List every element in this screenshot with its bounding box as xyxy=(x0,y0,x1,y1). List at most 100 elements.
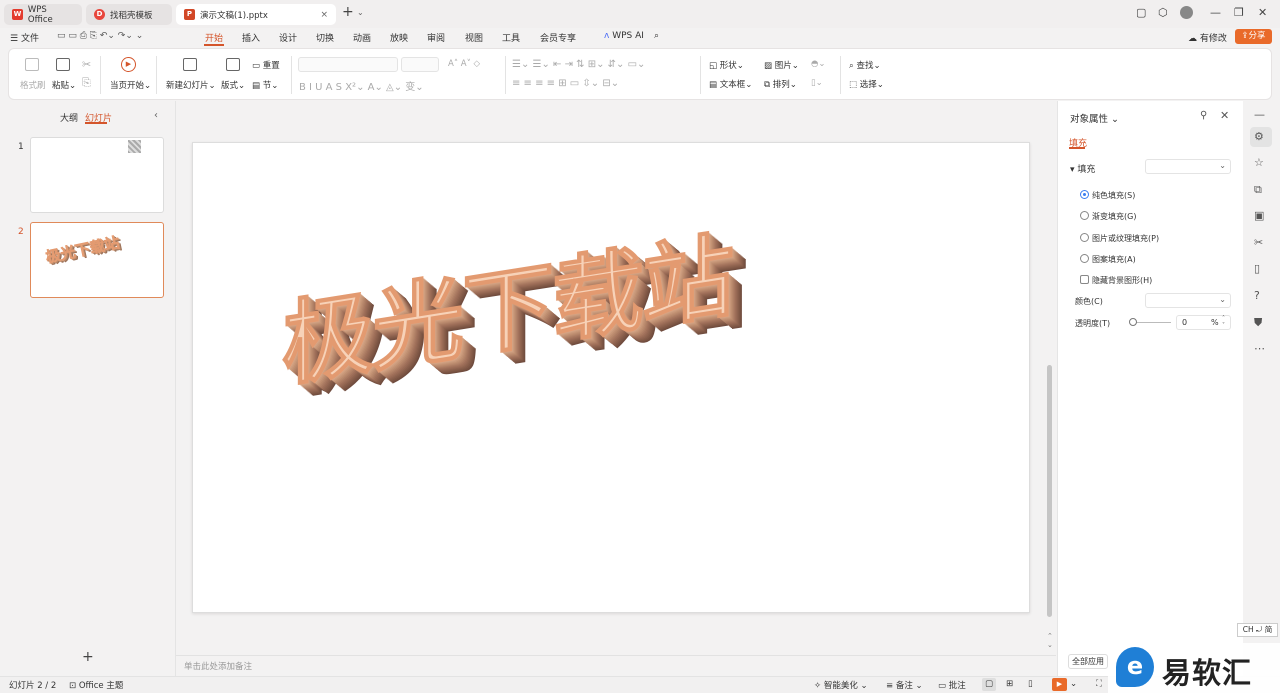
new-tab-icon[interactable]: + xyxy=(342,4,354,20)
tools-icon[interactable]: ✂ xyxy=(1254,236,1263,249)
play-from-current-button[interactable]: 当页开始⌄ xyxy=(110,79,151,91)
shape-button[interactable]: ◱ 形状⌄ xyxy=(709,59,744,71)
comments-toggle[interactable]: ▭ 批注 xyxy=(938,679,966,691)
picture-button[interactable]: ▨ 图片⌄ xyxy=(764,59,799,71)
wps-ai-button[interactable]: ʌ WPS AI xyxy=(604,31,644,41)
paste-button[interactable]: 粘贴⌄ xyxy=(52,79,76,91)
fill-section-header[interactable]: ▾ 填充 xyxy=(1070,162,1095,175)
new-slide-button[interactable]: 新建幻灯片⌄ xyxy=(166,79,216,91)
tab-view[interactable]: 视图 xyxy=(465,31,483,44)
close-panel-icon[interactable]: ✕ xyxy=(1220,109,1229,122)
layout-button[interactable]: 版式⌄ xyxy=(221,79,245,91)
theme-indicator[interactable]: ⊡ Office 主题 xyxy=(69,679,123,691)
select-button[interactable]: ⬚ 选择⌄ xyxy=(849,78,884,90)
shape-outline-icon[interactable]: ▯⌄ xyxy=(811,78,823,88)
close-tab-icon[interactable]: × xyxy=(320,10,328,20)
beautify-button[interactable]: ✧ 智能美化 ⌄ xyxy=(814,679,868,691)
shape-fill-icon[interactable]: ◓⌄ xyxy=(811,59,826,69)
tab-start[interactable]: 开始 xyxy=(205,31,223,44)
format-painter-button[interactable]: 格式刷 xyxy=(20,79,46,91)
more-icon[interactable]: ⋯ xyxy=(1254,342,1265,355)
minimize-icon[interactable]: — xyxy=(1210,6,1221,19)
window-icon[interactable]: ▢ xyxy=(1136,6,1146,19)
avatar[interactable] xyxy=(1180,6,1193,19)
tab-docer[interactable]: D 找稻壳模板 xyxy=(86,4,172,25)
help-icon[interactable]: ? xyxy=(1254,289,1260,302)
share-button[interactable]: ⇪分享 xyxy=(1235,29,1272,44)
slider-handle[interactable] xyxy=(1129,318,1137,326)
status-bar xyxy=(0,676,1280,693)
font-family-select[interactable] xyxy=(298,57,398,72)
sorter-view-icon[interactable]: ⊞ xyxy=(1006,679,1013,689)
slideshow-chevron-icon[interactable]: ⌄ xyxy=(1070,679,1077,689)
restore-icon[interactable]: ❐ xyxy=(1234,6,1244,19)
scroll-page-icons[interactable]: ⌃ ⌄ xyxy=(1047,632,1053,650)
picture-fill-radio[interactable] xyxy=(1080,233,1089,242)
gradient-fill-radio[interactable] xyxy=(1080,211,1089,220)
minimize-sidebar-icon[interactable]: — xyxy=(1254,108,1265,121)
paragraph-align-icons[interactable]: ≡ ≡ ≡ ≡ ⊞ ▭ ⇳⌄ ⊟⌄ xyxy=(512,78,619,89)
normal-view-icon[interactable]: ▢ xyxy=(985,679,993,689)
tab-wps-office[interactable]: W WPS Office xyxy=(4,4,82,25)
docer-icon: D xyxy=(94,9,105,20)
file-menu[interactable]: ☰ 文件 xyxy=(10,31,39,44)
collapse-panel-icon[interactable]: ‹ xyxy=(154,110,158,121)
copy-icon[interactable]: ⎘ xyxy=(82,76,91,90)
search-icon[interactable]: ⌕ xyxy=(654,31,659,41)
slide-thumbnail-1[interactable] xyxy=(30,137,164,213)
add-slide-button[interactable]: + xyxy=(82,649,94,665)
shirt-icon[interactable]: ⛊ xyxy=(1254,316,1262,330)
tab-animation[interactable]: 动画 xyxy=(353,31,371,44)
tab-transition[interactable]: 切换 xyxy=(316,31,334,44)
right-sidebar xyxy=(1244,101,1280,676)
tab-review[interactable]: 审阅 xyxy=(427,31,445,44)
fill-type-select[interactable]: ⌄ xyxy=(1145,159,1231,174)
slide-thumbnail-2[interactable]: 极光下载站 xyxy=(30,222,164,298)
textbox-button[interactable]: ▤ 文本框⌄ xyxy=(709,78,752,90)
section-button[interactable]: ▤ 节⌄ xyxy=(252,79,278,91)
pattern-fill-radio[interactable] xyxy=(1080,254,1089,263)
outline-tab[interactable]: 大纲 xyxy=(60,111,78,124)
apply-all-button[interactable]: 全部应用 xyxy=(1068,654,1108,669)
transparency-slider[interactable] xyxy=(1131,322,1171,323)
tab-presentation[interactable]: P 演示文稿(1).pptx × xyxy=(176,4,336,25)
hide-bg-checkbox[interactable] xyxy=(1080,275,1089,284)
paste-icon xyxy=(56,58,70,71)
notes-toggle[interactable]: ≡ 备注 ⌄ xyxy=(886,679,923,691)
tab-design[interactable]: 设计 xyxy=(279,31,297,44)
cube-icon[interactable]: ⬡ xyxy=(1158,6,1168,19)
has-changes-button[interactable]: ☁ 有修改 xyxy=(1188,31,1227,44)
paragraph-list-icons[interactable]: ☰⌄ ☰⌄ ⇤ ⇥ ⇅ ⊞⌄ ⇵⌄ ▭⌄ xyxy=(512,59,645,70)
play-slideshow-icon[interactable]: ▶ xyxy=(1052,678,1067,691)
pin-icon[interactable]: ⚲ xyxy=(1200,110,1207,121)
properties-icon[interactable]: ⚙ xyxy=(1254,130,1264,143)
book-icon[interactable]: ▯ xyxy=(1254,262,1260,275)
fit-window-icon[interactable]: ⛶ xyxy=(1096,679,1102,689)
ime-indicator[interactable]: CH ⤾ 简 xyxy=(1237,623,1278,637)
star-icon[interactable]: ☆ xyxy=(1254,156,1264,169)
font-grow-shrink-icons[interactable]: A˄ A˅ ◇ xyxy=(448,59,480,69)
font-size-select[interactable] xyxy=(401,57,439,72)
stepper-icon[interactable]: ˄ ˅ xyxy=(1222,315,1225,329)
color-select[interactable]: ⌄ xyxy=(1145,293,1231,308)
transparency-label: 透明度(T) xyxy=(1075,319,1111,328)
tab-insert[interactable]: 插入 xyxy=(242,31,260,44)
transparency-input[interactable]: 0 % ˄ ˅ xyxy=(1176,315,1231,330)
arrange-button[interactable]: ⧉ 排列⌄ xyxy=(764,78,797,90)
picture-icon[interactable]: ▣ xyxy=(1254,209,1264,222)
tab-member[interactable]: 会员专享 xyxy=(540,31,576,44)
cut-icon[interactable]: ✂ xyxy=(82,58,91,71)
canvas-scrollbar[interactable] xyxy=(1047,365,1052,617)
tab-tools[interactable]: 工具 xyxy=(502,31,520,44)
copy-style-icon[interactable]: ⧉ xyxy=(1254,183,1262,197)
tab-list-chevron-icon[interactable]: ⌄ xyxy=(357,8,364,17)
tab-slideshow[interactable]: 放映 xyxy=(390,31,408,44)
quick-toolbar-icons[interactable]: ▭ ▭ ⎙ ⎘ ↶⌄ ↷⌄ ⌄ xyxy=(57,31,143,41)
reset-button[interactable]: ▭ 重置 xyxy=(252,59,280,71)
font-style-icons[interactable]: B I U A S X²⌄ A⌄ ◬⌄ 变⌄ xyxy=(299,78,424,93)
find-button[interactable]: ⌕ 查找⌄ xyxy=(849,59,881,71)
close-window-icon[interactable]: ✕ xyxy=(1258,6,1267,19)
reading-view-icon[interactable]: ▯ xyxy=(1028,679,1033,689)
solid-fill-radio[interactable] xyxy=(1080,190,1089,199)
notes-area[interactable] xyxy=(176,655,1056,676)
